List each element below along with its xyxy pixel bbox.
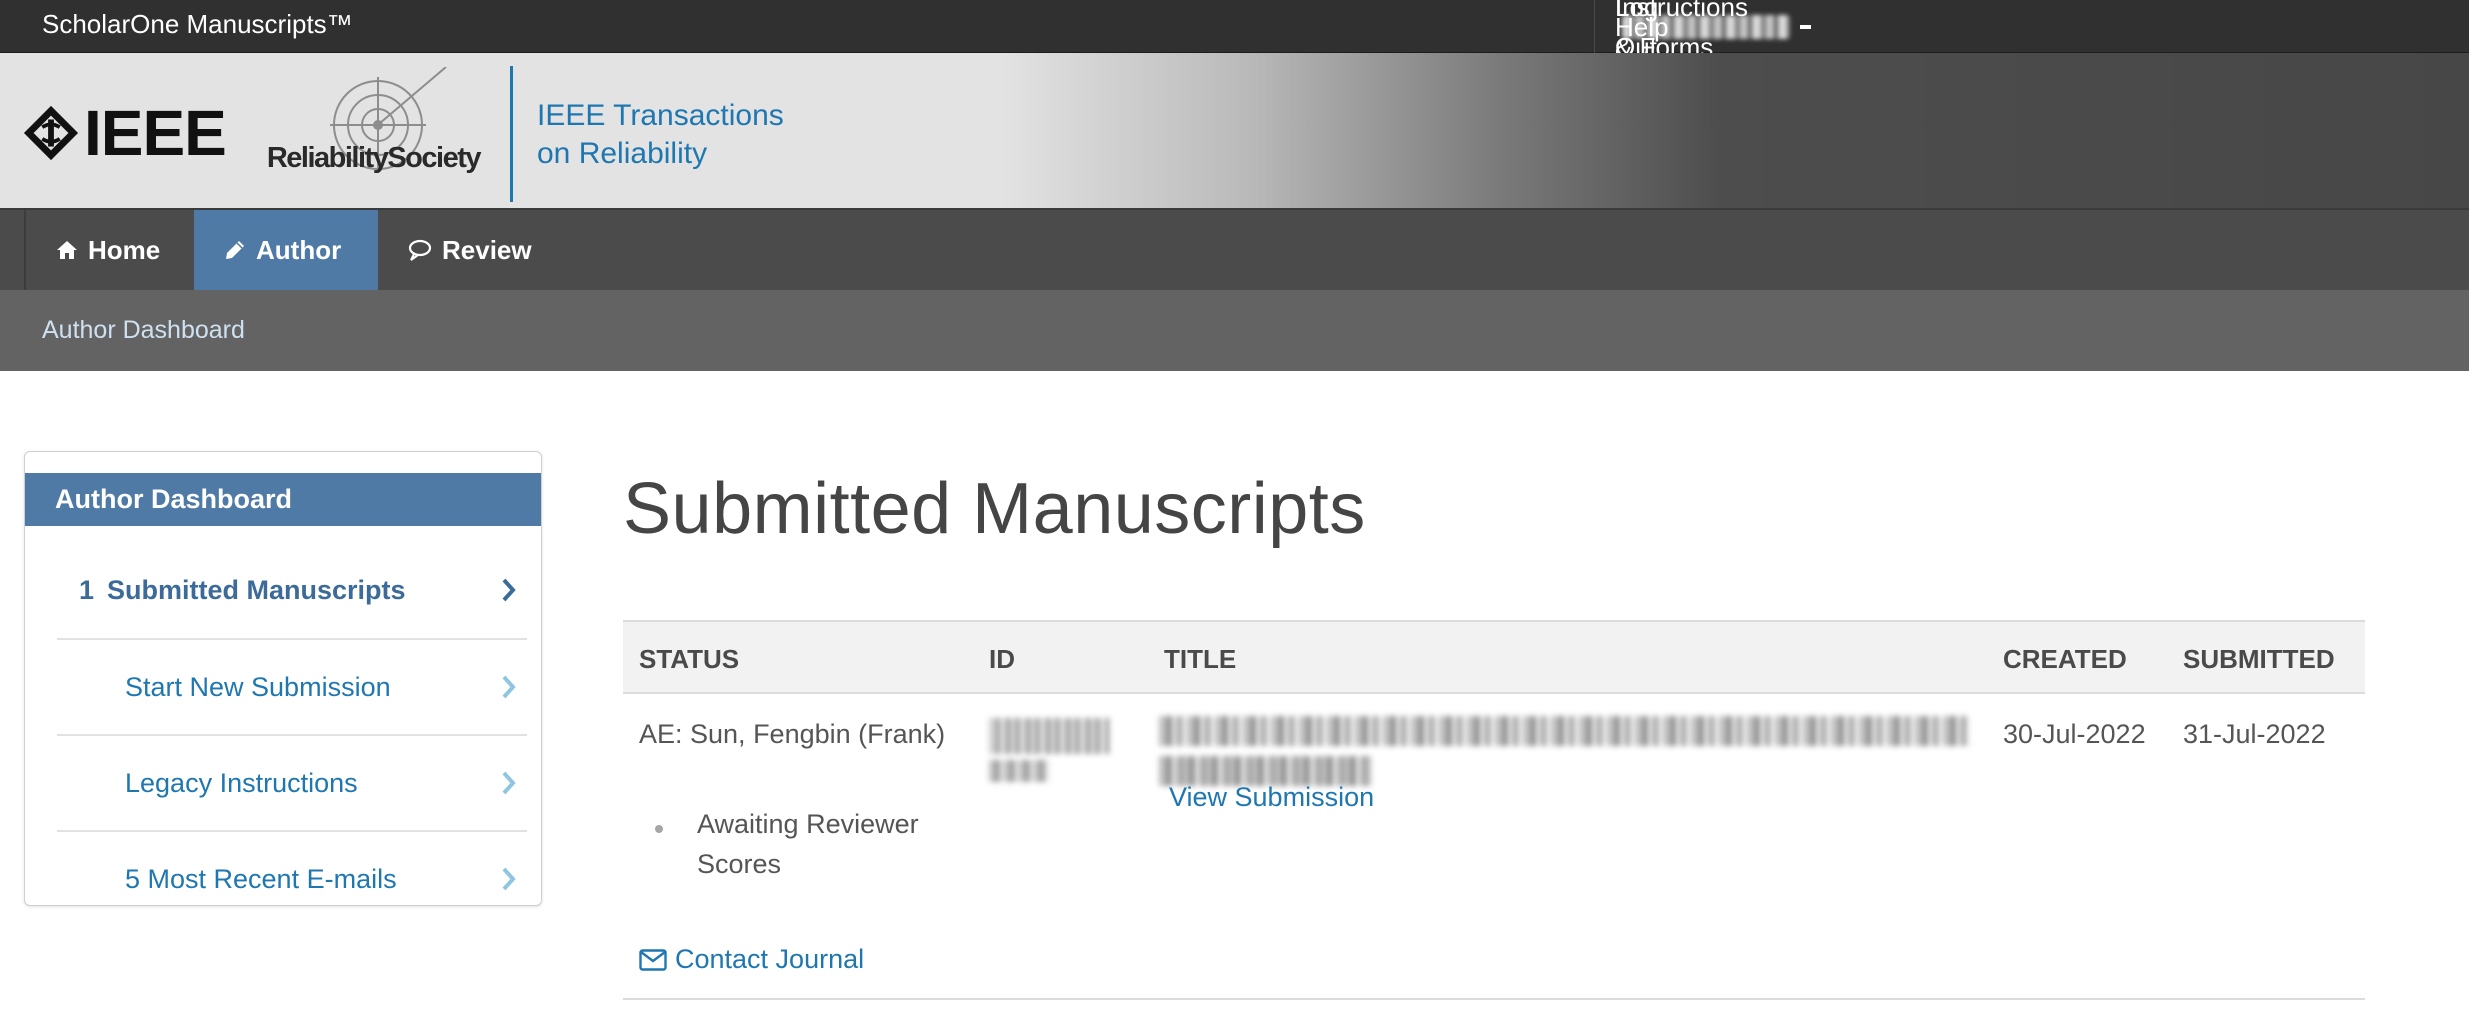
main-nav: Home Author Review — [0, 210, 2469, 290]
column-header-status: STATUS — [639, 644, 740, 674]
created-date: 30-Jul-2022 — [2003, 719, 2146, 749]
sidebar-item-submitted-manuscripts[interactable]: 1 Submitted Manuscripts — [57, 542, 527, 638]
breadcrumb-bar: Author Dashboard — [0, 290, 2469, 371]
status-bullet — [655, 825, 663, 833]
tab-home[interactable]: Home — [24, 210, 194, 290]
chevron-right-icon — [502, 867, 516, 891]
column-header-title: TITLE — [1164, 644, 1237, 674]
sidebar-item-label: Legacy Instructions — [125, 767, 358, 798]
tab-review[interactable]: Review — [378, 210, 578, 290]
sidebar-item-start-new-submission[interactable]: Start New Submission — [57, 638, 527, 734]
table-row: AE: Sun, Fengbin (Frank) Awaiting Review… — [623, 694, 2365, 1000]
envelope-icon — [639, 948, 667, 971]
journal-name-line2: on Reliability — [537, 137, 708, 170]
caret-down-icon — [1800, 24, 1811, 29]
top-bar: ScholarOne Manuscripts™ Instructions & F… — [0, 0, 2469, 62]
society-wordmark: ReliabilitySociety — [268, 142, 481, 174]
tab-author-label: Author — [256, 234, 342, 265]
tab-home-label: Home — [88, 234, 161, 265]
table-header: STATUS ID TITLE CREATED SUBMITTED — [623, 620, 2365, 694]
speech-bubble-icon — [408, 239, 432, 261]
chevron-right-icon — [502, 675, 516, 699]
contact-journal-label: Contact Journal — [675, 944, 865, 974]
tab-author[interactable]: Author — [194, 210, 378, 290]
chevron-right-icon — [502, 771, 516, 795]
column-header-id: ID — [989, 644, 1015, 674]
ieee-wordmark: IEEE — [84, 97, 227, 169]
submitted-count: 1 — [79, 574, 95, 605]
sidebar-item-recent-emails[interactable]: 5 Most Recent E-mails — [57, 830, 527, 926]
home-icon — [57, 241, 77, 259]
journal-banner: IEEE ReliabilitySociety IEEE Transaction… — [0, 53, 2469, 210]
app-brand: ScholarOne Manuscripts™ — [42, 9, 353, 39]
associate-editor: AE: Sun, Fengbin (Frank) — [639, 719, 946, 749]
logout-link[interactable]: Log Out — [1594, 0, 1784, 62]
reliability-society-logo: ReliabilitySociety — [268, 67, 483, 174]
ieee-logo[interactable]: IEEE — [22, 97, 227, 169]
journal-name-line1: IEEE Transactions — [537, 99, 784, 132]
breadcrumb[interactable]: Author Dashboard — [42, 316, 245, 345]
tab-review-label: Review — [442, 234, 532, 265]
author-dashboard-sidebar: Author Dashboard 1 Submitted Manuscripts… — [24, 451, 542, 906]
banner-divider — [510, 66, 513, 202]
manuscripts-table: STATUS ID TITLE CREATED SUBMITTED AE: Su… — [623, 620, 2365, 1000]
manuscript-status: Awaiting Reviewer Scores — [697, 809, 919, 879]
column-header-created: CREATED — [2003, 644, 2127, 674]
journal-name[interactable]: IEEE Transactions on Reliability — [537, 97, 784, 173]
submitted-date: 31-Jul-2022 — [2183, 719, 2326, 749]
sidebar-item-label: 5 Most Recent E-mails — [125, 863, 397, 894]
chevron-right-icon — [502, 578, 516, 602]
view-submission-link[interactable]: View Submission — [1169, 782, 1374, 813]
ieee-diamond-icon — [23, 105, 79, 161]
sidebar-item-legacy-instructions[interactable]: Legacy Instructions — [57, 734, 527, 830]
sidebar-item-label: Submitted Manuscripts — [107, 574, 406, 605]
manuscript-id-redacted — [989, 718, 1109, 784]
column-header-submitted: SUBMITTED — [2183, 644, 2335, 674]
sidebar-title: Author Dashboard — [25, 473, 541, 526]
pencil-icon — [226, 241, 244, 259]
page-title: Submitted Manuscripts — [623, 469, 1366, 549]
manuscript-title-redacted — [1159, 716, 1971, 786]
sidebar-item-label: Start New Submission — [125, 671, 391, 702]
contact-journal-link[interactable]: Contact Journal — [639, 944, 864, 975]
